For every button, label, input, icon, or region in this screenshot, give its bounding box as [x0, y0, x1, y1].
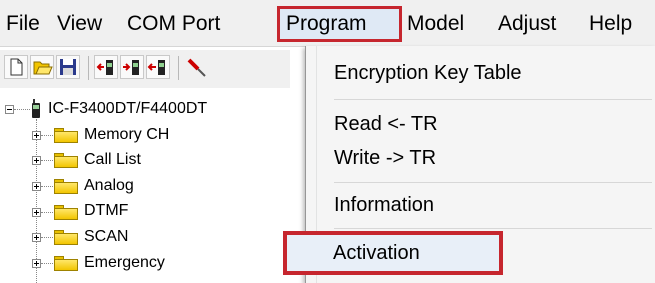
- clone-radio-icon[interactable]: [146, 55, 170, 79]
- collapse-icon[interactable]: [5, 105, 14, 114]
- expand-icon[interactable]: [32, 182, 41, 191]
- save-icon[interactable]: [56, 55, 80, 79]
- menu-item-write-to-tr[interactable]: Write -> TR: [334, 147, 436, 170]
- tree-connector: [41, 135, 55, 136]
- folder-icon: [54, 205, 78, 220]
- menu-bar: File View COM Port Program Model Adjust …: [0, 0, 655, 47]
- expand-icon[interactable]: [32, 233, 41, 242]
- menu-separator: [334, 182, 652, 183]
- menu-item-activation[interactable]: Activation: [333, 242, 420, 265]
- menu-com-port[interactable]: COM Port: [127, 12, 220, 36]
- tree-connector: [41, 212, 55, 213]
- toolbar-separator: [178, 56, 179, 80]
- menu-help-label: Help: [589, 12, 633, 35]
- folder-icon: [54, 128, 78, 143]
- tree-item-dtmf[interactable]: DTMF: [84, 202, 128, 220]
- menu-adjust[interactable]: Adjust: [498, 12, 556, 36]
- expand-icon[interactable]: [32, 156, 41, 165]
- menu-view[interactable]: View: [57, 12, 102, 36]
- tree-connector: [41, 237, 55, 238]
- menu-model[interactable]: Model: [407, 12, 464, 36]
- menu-item-read-from-tr[interactable]: Read <- TR: [334, 113, 438, 136]
- expand-icon[interactable]: [32, 259, 41, 268]
- tree-root-label[interactable]: IC-F3400DT/F4400DT: [48, 100, 207, 118]
- screwdriver-icon[interactable]: [184, 55, 208, 79]
- folder-icon: [54, 256, 78, 271]
- tree-item-analog[interactable]: Analog: [84, 177, 134, 195]
- menu-item-information[interactable]: Information: [334, 194, 434, 217]
- expand-icon[interactable]: [32, 208, 41, 217]
- tree-connector: [41, 263, 55, 264]
- menu-separator: [334, 99, 652, 100]
- tree-item-memory-ch[interactable]: Memory CH: [84, 126, 169, 144]
- menu-model-label: Model: [407, 12, 465, 35]
- menu-program-label: Program: [286, 12, 367, 35]
- menu-com-port-label: COM Port: [127, 12, 221, 35]
- menu-file[interactable]: File: [6, 12, 40, 36]
- tree-item-emergency[interactable]: Emergency: [84, 254, 165, 272]
- tree-item-scan[interactable]: SCAN: [84, 228, 128, 246]
- new-file-icon[interactable]: [4, 55, 28, 79]
- menu-view-label: View: [57, 12, 103, 35]
- menu-item-encryption-key-table[interactable]: Encryption Key Table: [334, 62, 522, 85]
- tree-connector: [41, 160, 55, 161]
- menu-separator: [334, 228, 652, 229]
- folder-icon: [54, 153, 78, 168]
- folder-icon: [54, 179, 78, 194]
- tree-connector: [41, 186, 55, 187]
- tree-item-call-list[interactable]: Call List: [84, 151, 141, 169]
- menu-adjust-label: Adjust: [498, 12, 557, 35]
- read-radio-icon[interactable]: [94, 55, 118, 79]
- tree-connector: [14, 109, 30, 110]
- toolbar: [0, 50, 290, 88]
- write-radio-icon[interactable]: [120, 55, 144, 79]
- expand-icon[interactable]: [32, 131, 41, 140]
- menu-program[interactable]: Program: [286, 12, 367, 36]
- menu-help[interactable]: Help: [589, 12, 632, 36]
- radio-device-icon: [32, 99, 40, 118]
- tree-view: IC-F3400DT/F4400DT Memory CH Call List A…: [0, 90, 300, 283]
- toolbar-separator: [88, 56, 89, 80]
- menu-file-label: File: [6, 12, 40, 35]
- open-folder-icon[interactable]: [30, 55, 54, 79]
- folder-icon: [54, 230, 78, 245]
